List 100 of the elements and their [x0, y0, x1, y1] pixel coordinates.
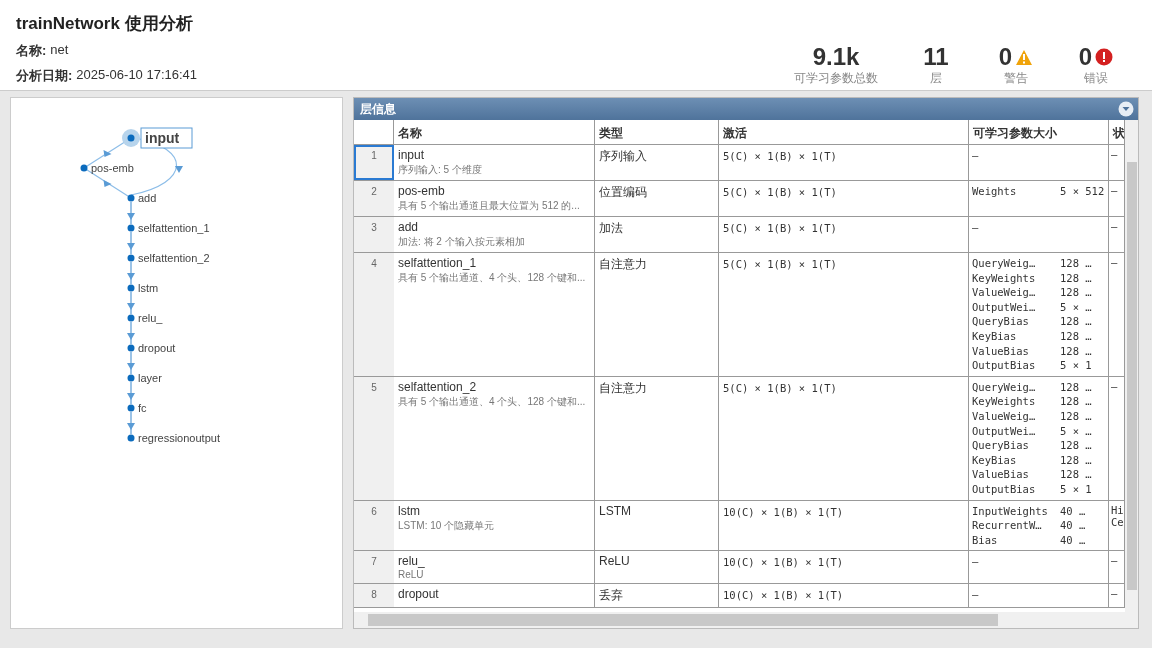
param-name: KeyWeights	[972, 394, 1037, 409]
connector-arrow	[127, 321, 135, 345]
panel-title: 层信息	[360, 100, 396, 118]
param-name: ValueWeig…	[972, 285, 1037, 300]
layer-description: 序列输入: 5 个维度	[398, 163, 483, 177]
table-cell: LSTM	[595, 500, 719, 551]
row-number[interactable]: 8	[354, 584, 394, 608]
node-label-box	[140, 127, 193, 149]
param-size: 128 …	[1060, 379, 1092, 395]
layer-description: 加法: 将 2 个输入按元素相加	[398, 235, 526, 249]
param-name: QueryBias	[972, 314, 1030, 329]
param-size: 128 …	[1060, 285, 1092, 300]
param-size: 5 × 1	[1060, 481, 1092, 497]
param-size: 40 …	[1060, 518, 1086, 533]
node-dot[interactable]	[127, 284, 135, 292]
param-name: ValueWeig…	[972, 408, 1037, 424]
param-name: KeyBias	[972, 452, 1018, 468]
connector-arrow	[127, 381, 135, 405]
row-number[interactable]: 5	[354, 376, 394, 500]
collapse-icon[interactable]	[1118, 101, 1134, 117]
node-label[interactable]: add	[138, 192, 157, 204]
stat-label: 错误	[1084, 70, 1108, 87]
table-cell: 10(C) × 1(B) × 1(T)	[719, 584, 969, 608]
node-label[interactable]: fc	[138, 402, 147, 414]
layer-description: 具有 5 个输出通道、4 个头、128 个键和...	[398, 394, 587, 409]
table-cell: 5(C) × 1(B) × 1(T)	[719, 145, 969, 180]
stat-value: 0	[1078, 44, 1093, 70]
layer-name: input	[398, 148, 426, 162]
connector-arrow	[127, 261, 135, 285]
param-name: Bias	[972, 532, 999, 548]
node-dot[interactable]	[127, 254, 135, 262]
node-dot[interactable]	[127, 344, 135, 352]
stat-label: 警告	[1004, 70, 1028, 87]
field-label: 名称:	[16, 42, 47, 60]
table-cell: 加法	[595, 217, 719, 252]
node-dot[interactable]	[127, 134, 135, 142]
layer-name: lstm	[398, 503, 421, 518]
param-size: 128 …	[1060, 394, 1092, 409]
layer-name: selfattention_2	[398, 379, 478, 394]
node-dot[interactable]	[127, 314, 135, 322]
node-label[interactable]: dropout	[138, 342, 176, 354]
param-name: Weights	[972, 184, 1018, 199]
node-label[interactable]: pos-emb	[91, 162, 134, 174]
node-label[interactable]: input	[145, 130, 180, 146]
param-name: –	[972, 587, 980, 602]
param-name: KeyWeights	[972, 270, 1037, 286]
param-name: QueryWeig…	[972, 256, 1037, 271]
table-cell-text: –	[1111, 554, 1119, 567]
node-label[interactable]: selfattention_2	[138, 252, 210, 264]
horizontal-scrollbar[interactable]	[354, 612, 1138, 628]
table-cell: 丢弃	[595, 584, 719, 608]
row-number[interactable]: 7	[354, 551, 394, 584]
param-size: 40 …	[1060, 503, 1086, 519]
node-dot[interactable]	[127, 224, 135, 232]
vertical-scrollbar[interactable]	[1125, 120, 1138, 612]
node-dot[interactable]	[127, 374, 135, 382]
row-number[interactable]: 3	[354, 217, 394, 252]
param-name: OutputBias	[972, 481, 1037, 497]
column-header[interactable]: 名称	[394, 120, 595, 144]
row-number[interactable]: 6	[354, 500, 394, 551]
node-label[interactable]: relu_	[138, 312, 163, 324]
node-label[interactable]: regressionoutput	[138, 432, 220, 444]
table-cell-text: –	[1111, 587, 1119, 600]
node-dot[interactable]	[127, 404, 135, 412]
param-size: 128 …	[1060, 452, 1092, 468]
param-name: QueryBias	[972, 438, 1030, 453]
param-size: 128 …	[1060, 467, 1092, 482]
warning-icon	[1015, 48, 1034, 66]
table-cell: 5(C) × 1(B) × 1(T)	[719, 217, 969, 252]
row-number[interactable]: 4	[354, 253, 394, 376]
node-label[interactable]: lstm	[138, 282, 159, 294]
node-dot[interactable]	[127, 194, 135, 202]
node-dot[interactable]	[80, 164, 88, 172]
stat-value: 11	[923, 44, 949, 70]
column-header[interactable]: 类型	[595, 120, 719, 144]
node-label[interactable]: layer	[138, 372, 162, 384]
column-header[interactable]: 可学习参数大小	[969, 120, 1109, 144]
connector-arrow	[127, 291, 135, 315]
row-number[interactable]: 2	[354, 181, 394, 216]
layer-name: pos-emb	[398, 184, 446, 198]
layer-description: ReLU	[398, 569, 425, 581]
param-size: 128 …	[1060, 438, 1092, 453]
connector-arrow	[127, 231, 135, 255]
node-dot[interactable]	[127, 434, 135, 442]
connector-arrow	[127, 351, 135, 375]
node-label[interactable]: selfattention_1	[138, 222, 210, 234]
param-name: –	[972, 220, 980, 235]
connector-arrow	[127, 411, 135, 435]
layer-name: add	[398, 220, 420, 234]
param-name: ValueBias	[972, 343, 1030, 359]
table-cell: ReLU	[595, 551, 719, 584]
table-cell: 自注意力	[595, 376, 719, 500]
stat-value: 0	[998, 44, 1013, 70]
param-name: KeyBias	[972, 328, 1018, 344]
param-name: –	[972, 148, 980, 163]
column-header[interactable]: 激活	[719, 120, 969, 144]
window-title: trainNetwork 使用分析	[16, 13, 194, 35]
layer-name: relu_	[398, 554, 426, 569]
table-cell-text: –	[1111, 256, 1119, 268]
row-number[interactable]: 1	[354, 145, 394, 180]
